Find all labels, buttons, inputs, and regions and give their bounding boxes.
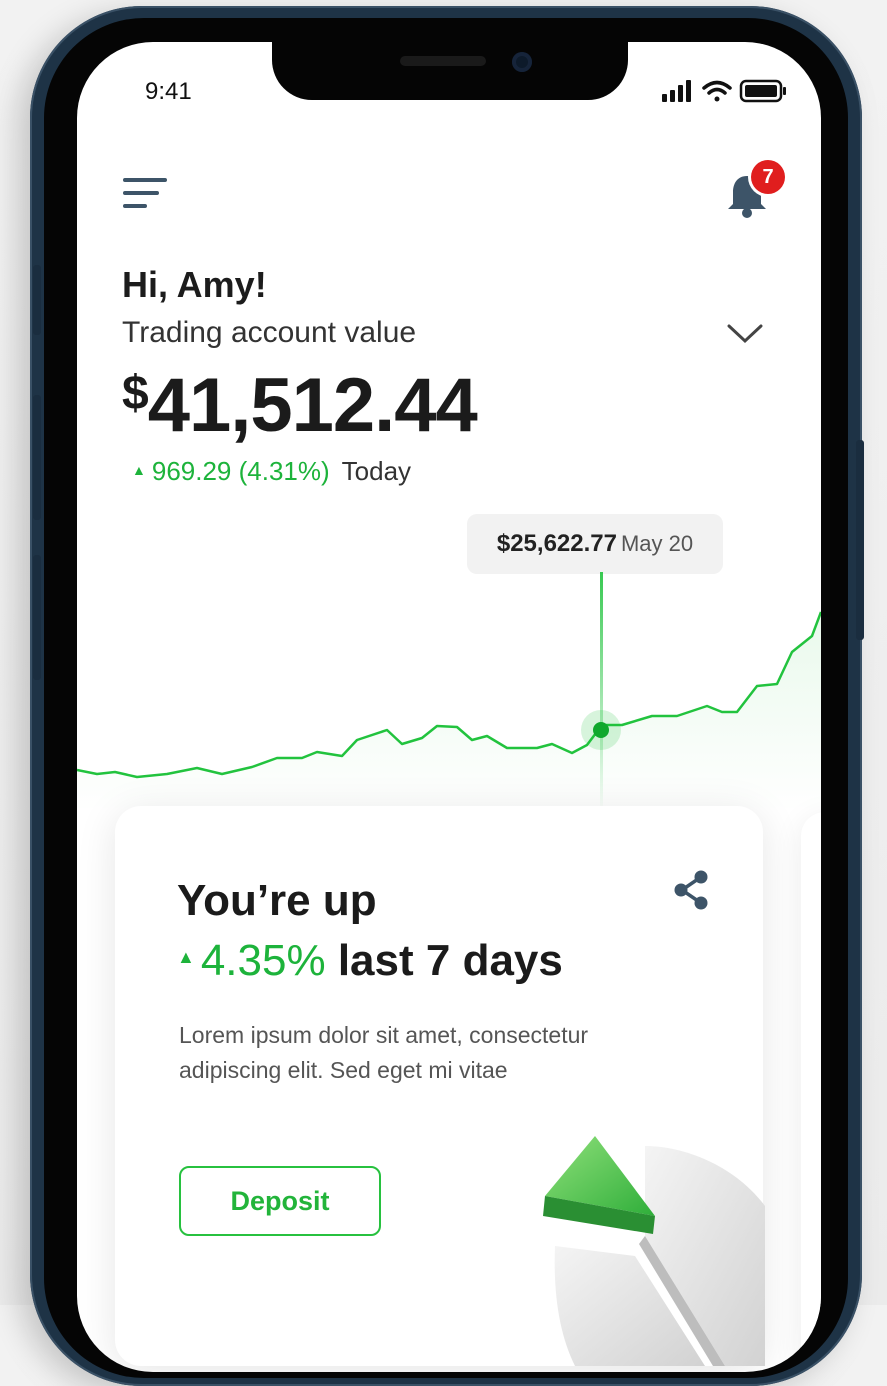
tooltip-value: $25,622.77 [496, 530, 617, 557]
daily-change-period: Today [341, 456, 412, 486]
notifications-button[interactable]: 7 [723, 160, 787, 220]
tooltip-date: May 20 [620, 531, 694, 556]
card-description: Lorem ipsum dolor sit amet, consectetur … [179, 1022, 589, 1083]
greeting: Hi, Amy! [122, 264, 267, 305]
status-time: 9:41 [145, 78, 192, 105]
phone-volume-down-button [33, 555, 41, 680]
chart-tooltip: $25,622.77 May 20 [467, 514, 723, 574]
notification-badge: 7 [751, 160, 785, 194]
speaker [400, 56, 486, 66]
up-arrow-icon: ▲ [177, 947, 195, 967]
card-percent: 4.35% [200, 936, 326, 985]
account-label: Trading account value [122, 316, 417, 349]
account-value: $41,512.44 [122, 362, 478, 449]
battery-icon [739, 79, 786, 103]
currency-symbol: $ [122, 367, 149, 420]
card-title: You’re up [177, 876, 377, 925]
next-card-peek[interactable] [801, 812, 821, 1372]
chevron-down-icon[interactable] [725, 318, 765, 348]
chart-crosshair [600, 572, 603, 812]
pie-illustration [543, 1136, 765, 1366]
phone-side-button [33, 265, 41, 335]
card-period: last 7 days [337, 936, 563, 985]
menu-icon[interactable] [123, 178, 171, 214]
card-subtitle: ▲ 4.35% last 7 days [177, 936, 563, 986]
up-arrow-icon: ▲ [132, 462, 146, 478]
phone-volume-up-button [33, 395, 41, 520]
chart-area [77, 612, 821, 812]
daily-change: ▲ 969.29 (4.31%) Today [132, 456, 411, 487]
chart-point [593, 722, 609, 738]
deposit-button[interactable]: Deposit [179, 1166, 381, 1236]
share-icon[interactable] [671, 868, 711, 912]
phone-power-button [856, 440, 864, 640]
wifi-icon [702, 80, 732, 102]
daily-change-value: 969.29 (4.31%) [151, 456, 330, 486]
notch [272, 42, 628, 100]
app-screen: 9:41 7 Hi, Amy! Trading account value $4… [77, 42, 821, 1372]
signal-icon [662, 80, 691, 102]
performance-card: You’re up ▲ 4.35% last 7 days Lorem ipsum… [115, 806, 765, 1366]
camera [512, 52, 532, 72]
account-chart[interactable] [77, 572, 821, 812]
account-value-number: 41,512.44 [147, 363, 478, 448]
status-icons [662, 79, 786, 103]
